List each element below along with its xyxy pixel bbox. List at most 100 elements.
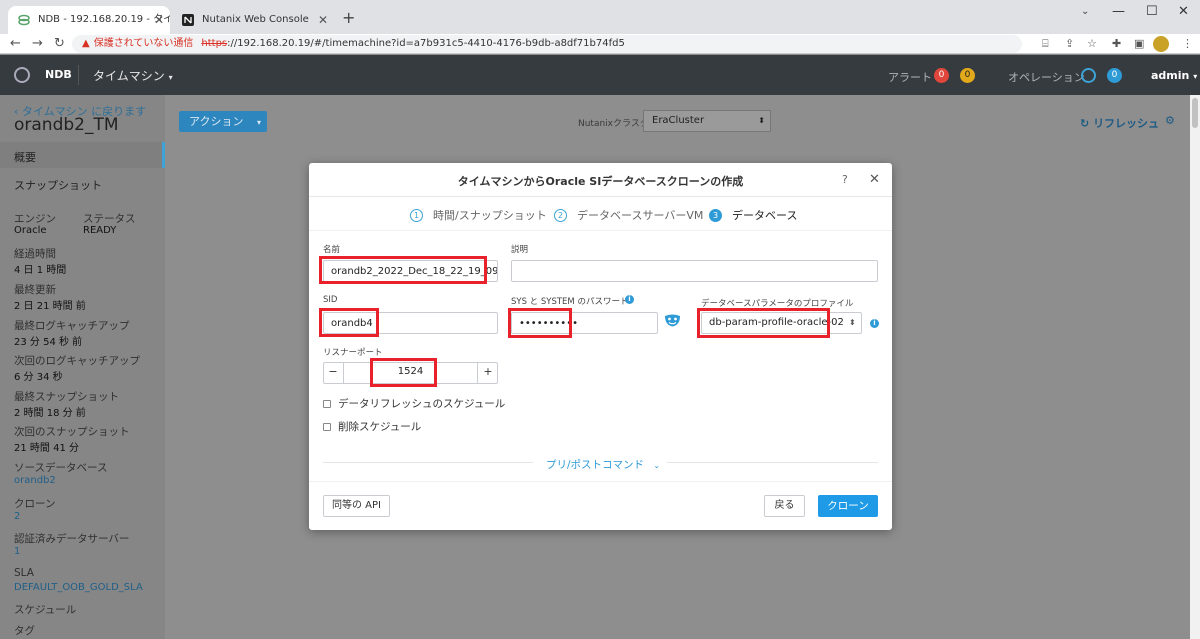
step-database[interactable]: 3 データベース — [709, 207, 797, 223]
maximize-icon[interactable]: ☐ — [1146, 4, 1158, 19]
tags-label: タグ — [14, 625, 35, 637]
equivalent-api-button[interactable]: 同等の API — [323, 495, 390, 517]
close-tab-icon[interactable]: ✕ — [154, 6, 164, 34]
elapsed-value: 4 日 1 時間 — [14, 265, 67, 276]
increment-button[interactable]: + — [478, 362, 498, 384]
operations-label[interactable]: オペレーション — [1008, 69, 1085, 85]
profile-info-icon[interactable]: i — [870, 319, 879, 328]
main-menu-dropdown[interactable]: タイムマシン ▾ — [93, 67, 173, 84]
action-dropdown-button[interactable]: アクション ▾ — [179, 111, 267, 132]
reload-icon[interactable]: ↻ — [54, 36, 65, 51]
sidepanel-icon[interactable]: ▣ — [1134, 37, 1144, 50]
refresh-button[interactable]: ↻ リフレッシュ — [1080, 115, 1159, 131]
back-button[interactable]: 戻る — [764, 495, 805, 517]
cluster-select[interactable]: EraCluster ⬍ — [643, 110, 771, 132]
decrement-button[interactable]: − — [323, 362, 343, 384]
ndb-favicon-icon — [18, 14, 30, 26]
modal-divider — [309, 196, 892, 197]
pre-post-label: プリ/ポストコマンド — [546, 459, 645, 471]
status-value: READY — [83, 225, 117, 236]
step-number: 2 — [554, 209, 567, 222]
next-snapshot-label: 次回のスナップショット — [14, 426, 130, 438]
tab-nutanix-console[interactable]: Nutanix Web Console ✕ — [172, 6, 334, 34]
brand-name: NDB — [45, 68, 72, 81]
clones-label: クローン — [14, 498, 56, 510]
gear-icon[interactable]: ⚙ — [1165, 114, 1175, 127]
clone-button[interactable]: クローン — [818, 495, 878, 517]
section-divider — [667, 462, 878, 463]
refresh-label: リフレッシュ — [1093, 117, 1160, 130]
elapsed-label: 経過時間 — [14, 248, 56, 260]
chevron-down-icon: ▾ — [1193, 72, 1198, 81]
user-menu[interactable]: admin ▾ — [1151, 69, 1197, 82]
sid-label: SID — [323, 295, 338, 305]
step-label: データベースサーバーVM — [577, 209, 704, 222]
forward-arrow-icon[interactable]: → — [32, 36, 43, 51]
step-time-snapshot[interactable]: 1 時間/スナップショット — [410, 207, 547, 223]
user-name: admin — [1151, 69, 1190, 82]
scrollbar-thumb[interactable] — [1192, 98, 1198, 128]
browser-toolbar: ← → ↻ ▲ 保護されていない通信 https://192.168.20.19/#… — [0, 34, 1200, 54]
next-snapshot-value: 21 時間 41 分 — [14, 443, 79, 454]
address-bar[interactable]: ▲ 保護されていない通信 https://192.168.20.19/#/timem… — [72, 35, 1022, 53]
cluster-value: EraCluster — [652, 115, 705, 126]
main-menu-label: タイムマシン — [93, 69, 165, 83]
name-label: 名前 — [323, 245, 341, 255]
cluster-label: Nutanixクラスタ — [578, 119, 649, 129]
action-label: アクション — [189, 115, 244, 128]
step-db-server-vm[interactable]: 2 データベースサーバーVM — [554, 207, 703, 223]
nav-active-indicator — [162, 142, 165, 168]
refresh-schedule-checkbox[interactable] — [323, 400, 331, 408]
password-info-icon[interactable]: i — [625, 295, 634, 304]
description-input[interactable] — [511, 260, 878, 282]
back-arrow-icon[interactable]: ← — [10, 36, 21, 51]
delete-schedule-label[interactable]: 削除スケジュール — [338, 419, 421, 434]
highlight-password-field — [508, 308, 572, 338]
refresh-schedule-label[interactable]: データリフレッシュのスケジュール — [338, 396, 505, 411]
page-scrollbar[interactable] — [1190, 95, 1200, 639]
tab-title: NDB - 192.168.20.19 - タイムマシン — [38, 14, 170, 25]
close-window-icon[interactable]: ✕ — [1178, 4, 1189, 19]
close-tab-icon[interactable]: ✕ — [318, 6, 328, 34]
help-icon[interactable]: ? — [842, 173, 848, 186]
delete-schedule-checkbox[interactable] — [323, 423, 331, 431]
tab-search-icon[interactable]: ⌄ — [1081, 6, 1089, 17]
url-scheme: https — [201, 38, 228, 49]
ndb-logo-icon — [14, 67, 30, 83]
alert-warning-badge[interactable]: 0 — [960, 68, 975, 83]
translate-icon[interactable]: ⌸ — [1042, 37, 1049, 51]
chevron-down-icon: ▾ — [168, 73, 173, 82]
authorized-servers-link[interactable]: 1 — [14, 546, 20, 557]
sla-link[interactable]: DEFAULT_OOB_GOLD_SLA — [14, 582, 143, 593]
new-tab-button[interactable]: + — [342, 8, 355, 27]
clones-link[interactable]: 2 — [14, 511, 20, 522]
highlight-listener-port — [370, 358, 437, 387]
source-db-link[interactable]: orandb2 — [14, 475, 56, 486]
insecure-warning: 保護されていない通信 — [93, 38, 194, 49]
share-icon[interactable]: ⇪ — [1065, 37, 1074, 50]
warning-icon: ▲ — [82, 38, 90, 49]
profile-avatar-icon[interactable] — [1153, 36, 1169, 52]
operations-count-badge[interactable]: 0 — [1107, 68, 1122, 83]
close-icon[interactable]: ✕ — [869, 172, 880, 187]
tab-ndb[interactable]: NDB - 192.168.20.19 - タイムマシン ✕ — [8, 6, 170, 34]
minimize-icon[interactable]: — — [1112, 4, 1125, 19]
step-label: 時間/スナップショット — [433, 209, 547, 222]
show-password-mask-icon[interactable] — [664, 314, 681, 327]
sidebar-item-summary[interactable]: 概要 — [14, 149, 36, 165]
last-snapshot-value: 2 時間 18 分 前 — [14, 408, 86, 419]
authorized-servers-label: 認証済みデータサーバー — [14, 533, 130, 545]
sidebar-item-snapshots[interactable]: スナップショット — [14, 177, 102, 193]
alert-critical-badge[interactable]: 0 — [934, 68, 949, 83]
bookmark-star-icon[interactable]: ☆ — [1087, 37, 1097, 50]
alerts-label[interactable]: アラート — [888, 69, 932, 85]
header-divider — [78, 65, 79, 85]
modal-divider — [309, 230, 892, 231]
operations-progress-icon[interactable] — [1081, 68, 1096, 83]
schedule-label: スケジュール — [14, 604, 77, 616]
browser-tabbar: NDB - 192.168.20.19 - タイムマシン ✕ Nutanix W… — [0, 0, 1200, 34]
pre-post-command-toggle[interactable]: プリ/ポストコマンド ⌄ — [546, 457, 660, 472]
engine-value: Oracle — [14, 225, 47, 236]
browser-menu-icon[interactable]: ⋮ — [1182, 37, 1193, 50]
extension-icon[interactable]: ✚ — [1112, 37, 1121, 50]
